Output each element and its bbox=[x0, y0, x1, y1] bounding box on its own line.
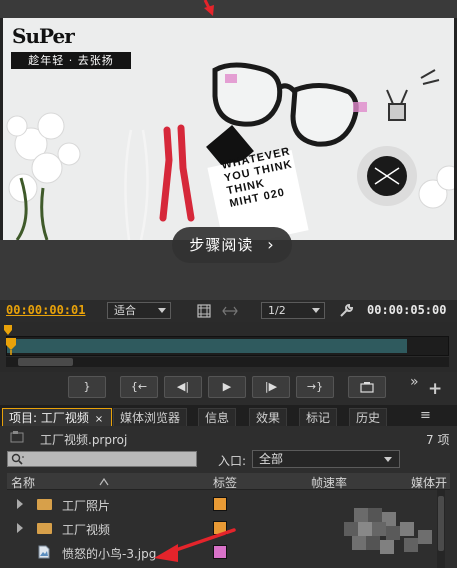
go-to-out-button[interactable]: →} bbox=[296, 376, 334, 398]
add-button-icon[interactable]: + bbox=[428, 379, 442, 399]
in-point-marker[interactable] bbox=[3, 324, 13, 336]
column-media-start[interactable]: 媒体开 bbox=[411, 474, 447, 491]
mark-out-button[interactable]: } bbox=[68, 376, 106, 398]
expand-triangle-icon[interactable] bbox=[17, 523, 23, 533]
tab-project-label: 项目: 工厂视频 bbox=[9, 411, 89, 425]
entry-label: 入口: bbox=[218, 454, 247, 468]
panel-scrollbar-thumb[interactable] bbox=[438, 496, 444, 551]
timeline-zoom-scrollbar[interactable] bbox=[6, 357, 449, 367]
tab-markers[interactable]: 标记 bbox=[299, 408, 338, 427]
playhead-icon[interactable] bbox=[5, 337, 17, 355]
resolution-dropdown[interactable]: 1/2 bbox=[261, 302, 325, 319]
export-frame-button[interactable] bbox=[348, 376, 386, 398]
annotation-arrow-item bbox=[154, 528, 236, 562]
step-forward-button[interactable]: |▶ bbox=[252, 376, 290, 398]
panel-menu-icon[interactable]: ≡ bbox=[420, 408, 431, 423]
chevron-down-icon bbox=[158, 308, 166, 313]
label-color-swatch[interactable] bbox=[213, 497, 227, 511]
transport-controls: } {← ◀| ▶ |▶ →} » + bbox=[0, 372, 457, 405]
project-file-name: 工厂视频.prproj bbox=[40, 433, 128, 447]
panel-tab-bar: 项目: 工厂视频 × 媒体浏览器 信息 效果 标记 历史 ≡ bbox=[0, 405, 457, 427]
fit-dropdown[interactable]: 适合 bbox=[107, 302, 171, 319]
image-file-icon bbox=[38, 545, 50, 559]
item-name: 工厂视频 bbox=[62, 523, 111, 537]
column-header-row: 名称 标签 帧速率 媒体开 bbox=[7, 473, 450, 490]
current-timecode[interactable]: 00:00:00:01 bbox=[6, 303, 85, 317]
item-name: 愤怒的小鸟-3.jpg bbox=[62, 547, 157, 561]
trim-arrows-icon[interactable] bbox=[222, 305, 238, 317]
tab-project[interactable]: 项目: 工厂视频 × bbox=[2, 408, 112, 427]
column-frame-rate[interactable]: 帧速率 bbox=[311, 474, 347, 491]
monitor-timeline-bar[interactable] bbox=[6, 336, 449, 356]
play-button[interactable]: ▶ bbox=[208, 376, 246, 398]
column-label[interactable]: 标签 bbox=[213, 474, 237, 491]
monitor-time-row: 00:00:00:01 适合 1/2 00:00:05:00 bbox=[0, 300, 457, 322]
search-icon bbox=[11, 453, 24, 465]
close-icon[interactable]: × bbox=[95, 414, 103, 425]
tab-info[interactable]: 信息 bbox=[198, 408, 237, 427]
timeline-zoom-thumb[interactable] bbox=[18, 358, 73, 366]
project-item-count: 7 项 bbox=[426, 433, 450, 447]
sort-ascending-icon[interactable] bbox=[99, 478, 109, 486]
camera-icon bbox=[360, 382, 374, 393]
fit-dropdown-value: 适合 bbox=[114, 304, 136, 317]
entry-dropdown-value: 全部 bbox=[259, 452, 284, 466]
read-steps-label: 步骤阅读 bbox=[189, 236, 254, 254]
read-steps-button[interactable]: 步骤阅读 › bbox=[172, 227, 292, 263]
entry-dropdown[interactable]: 全部 bbox=[252, 450, 400, 468]
panel-scrollbar[interactable] bbox=[437, 490, 445, 568]
resolution-dropdown-value: 1/2 bbox=[268, 304, 286, 317]
overflow-icon[interactable]: » bbox=[410, 374, 419, 390]
speaker-image bbox=[357, 146, 417, 206]
tab-history[interactable]: 历史 bbox=[349, 408, 388, 427]
wrench-icon[interactable] bbox=[339, 304, 353, 318]
film-icon[interactable] bbox=[197, 304, 211, 318]
timeline-duration-fill bbox=[7, 339, 407, 353]
mosaic-watermark bbox=[344, 508, 432, 554]
step-back-button[interactable]: ◀| bbox=[164, 376, 202, 398]
chevron-right-icon: › bbox=[267, 235, 275, 254]
search-input[interactable] bbox=[7, 451, 197, 467]
tab-media-browser[interactable]: 媒体浏览器 bbox=[113, 408, 188, 427]
folder-icon bbox=[37, 499, 52, 510]
monitor-top-strip bbox=[0, 0, 457, 18]
folder-icon bbox=[37, 523, 52, 534]
product-photo bbox=[6, 62, 454, 240]
program-monitor-viewer[interactable]: SuPer 趁年轻 · 去张扬 WHATEVER YOU THINK THINK… bbox=[3, 18, 454, 240]
item-name: 工厂照片 bbox=[62, 499, 111, 513]
duration-timecode: 00:00:05:00 bbox=[367, 303, 447, 317]
binder-clip-image bbox=[386, 69, 440, 121]
chevron-down-icon bbox=[384, 457, 392, 462]
column-name[interactable]: 名称 bbox=[11, 474, 35, 491]
chevron-down-icon bbox=[312, 308, 320, 313]
go-to-in-button[interactable]: {← bbox=[120, 376, 158, 398]
expand-triangle-icon[interactable] bbox=[17, 499, 23, 509]
tab-effects[interactable]: 效果 bbox=[249, 408, 288, 427]
project-file-icon bbox=[10, 431, 24, 443]
annotation-arrow-top bbox=[203, 0, 214, 16]
